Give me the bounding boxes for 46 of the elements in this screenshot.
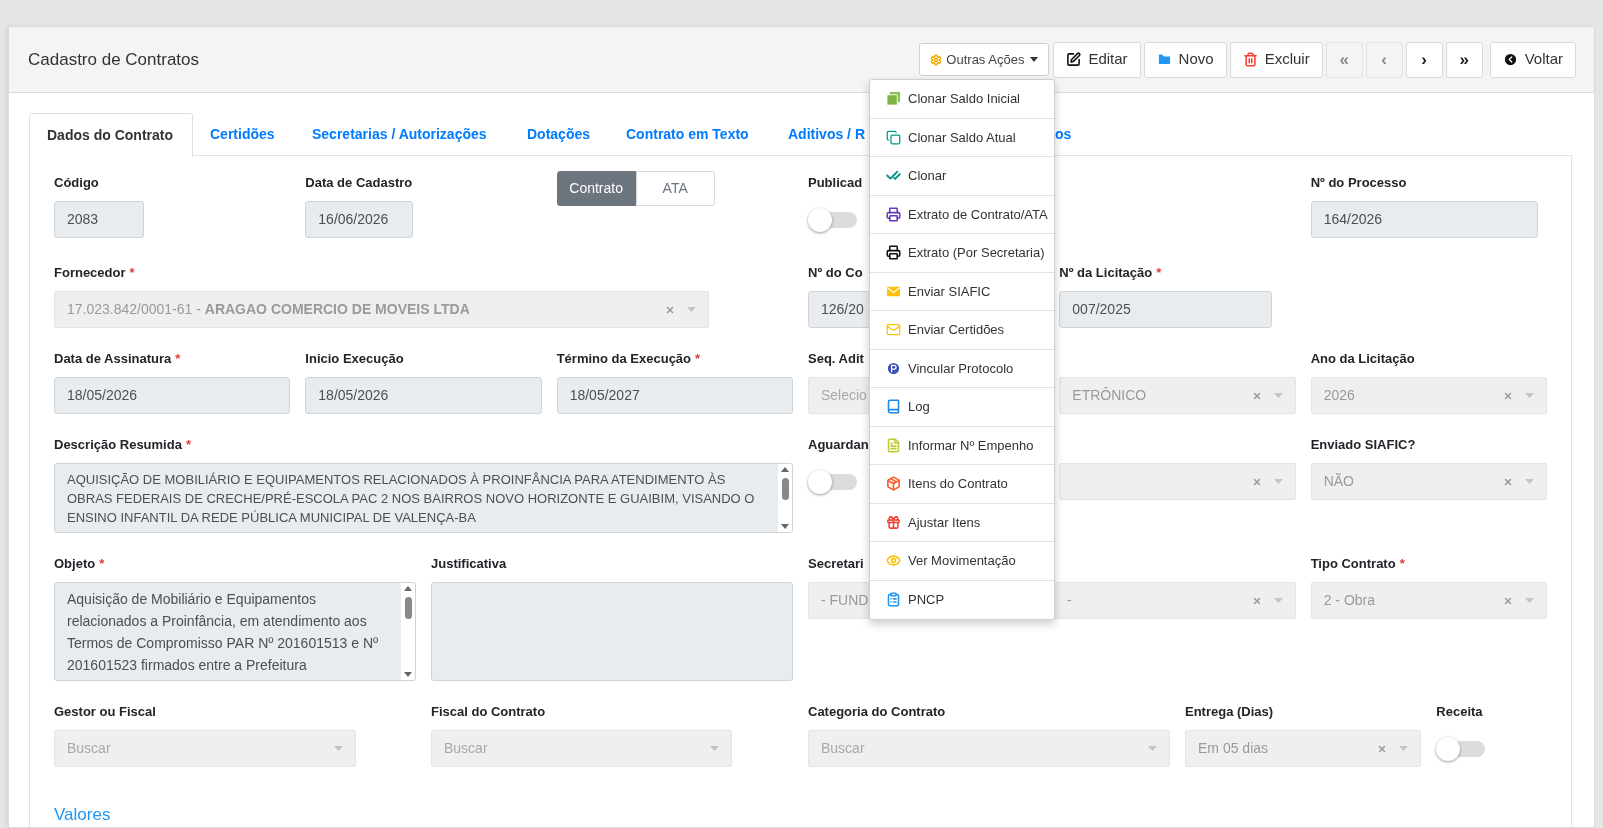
menu-item-label: Clonar Saldo Inicial: [908, 90, 1020, 108]
required-mark: *: [99, 555, 105, 574]
field-label: Data de Assinatura: [54, 350, 172, 369]
menu-item-label: Itens do Contrato: [908, 475, 1008, 493]
field-label: Nº do Co: [808, 264, 863, 283]
field-label: Gestor ou Fiscal: [54, 703, 156, 722]
required-mark: *: [185, 436, 191, 455]
field-label: Fornecedor: [54, 264, 126, 283]
field-label: Justificativa: [431, 555, 507, 574]
field-label: Nº do Processo: [1310, 174, 1407, 193]
field-label: Código: [54, 174, 99, 193]
required-mark: *: [1156, 264, 1162, 283]
page-title: Cadastro de Contratos: [28, 48, 200, 71]
field-label: Categoria do Contrato: [808, 703, 946, 722]
field-label: Objeto: [54, 555, 96, 574]
menu-item-label: Enviar SIAFIC: [908, 282, 991, 301]
field-label: Término da Execução: [556, 350, 692, 369]
field-label: Seq. Adit: [808, 350, 864, 369]
menu-item-label: Informar Nº Empenho: [908, 436, 1034, 455]
field-label: Descrição Resumida: [54, 436, 182, 455]
menu-item-label: Log: [908, 398, 930, 416]
menu-item-label: Ver Movimentação: [908, 552, 1016, 570]
field-label: Inicio Execução: [305, 350, 404, 369]
field-label: Ano da Licitação: [1310, 350, 1415, 369]
menu-item-label: Clonar: [908, 167, 947, 185]
field-label: Publicad: [808, 174, 863, 193]
required-mark: *: [1399, 555, 1405, 574]
menu-item-label: Extrato (Por Secretaria): [908, 244, 1045, 262]
field-label: Entrega (Dias): [1185, 703, 1274, 722]
field-label: Fiscal do Contrato: [431, 703, 546, 722]
field-label: Enviado SIAFIC?: [1310, 436, 1416, 455]
required-mark: *: [129, 264, 135, 283]
required-mark: *: [695, 350, 701, 369]
menu-item-label: Vincular Protocolo: [908, 359, 1014, 378]
field-label: Secretari: [808, 555, 864, 574]
required-mark: *: [175, 350, 181, 369]
menu-item-label: PNCP: [908, 591, 945, 609]
field-label: Receita: [1436, 703, 1483, 722]
field-label: Nº da Licitação: [1059, 264, 1153, 283]
field-label: Tipo Contrato: [1310, 555, 1396, 574]
menu-item-label: Extrato de Contrato/ATA: [908, 205, 1048, 224]
field-label: Aguardan: [808, 436, 869, 455]
field-label: Data de Cadastro: [305, 174, 413, 193]
menu-item-label: Enviar Certidões: [908, 321, 1005, 339]
menu-item-label: Ajustar Itens: [908, 513, 981, 532]
menu-item-label: Clonar Saldo Atual: [908, 128, 1016, 147]
